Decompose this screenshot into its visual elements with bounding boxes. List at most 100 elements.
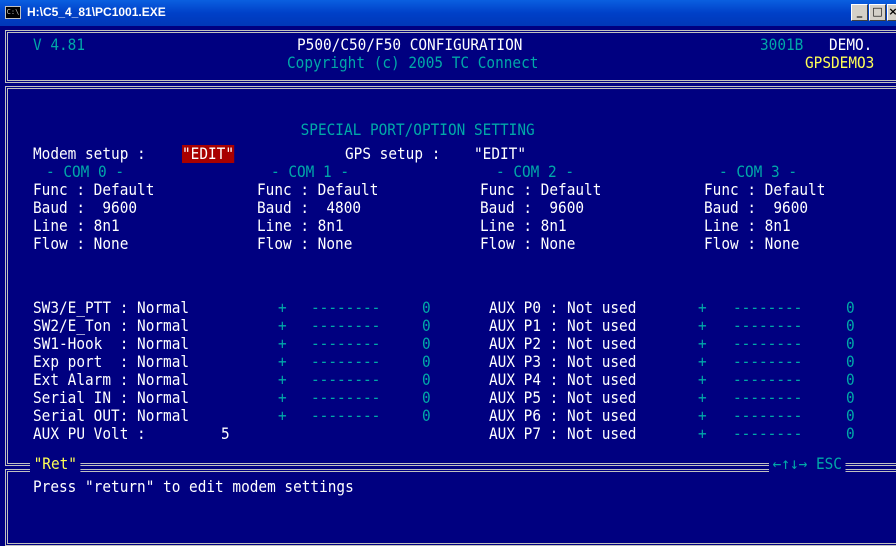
input-row-label[interactable]: SW1-Hook : Normal	[33, 335, 189, 353]
aux-pu-volt-value: 5	[221, 424, 230, 443]
aux-row-label[interactable]: AUX P3 : Not used	[489, 353, 636, 371]
com-title: - COM 2 -	[496, 162, 575, 181]
input-row-label[interactable]: SW3/E_PTT : Normal	[33, 299, 189, 317]
dash-placeholder: --------	[311, 388, 381, 407]
aux-row-label[interactable]: AUX P2 : Not used	[489, 335, 636, 353]
plus-marker: +	[278, 316, 287, 335]
com-line[interactable]: Line : 8n1	[704, 217, 791, 235]
aux-count: 0	[846, 298, 855, 317]
com-line[interactable]: Line : 8n1	[480, 217, 567, 235]
com-title: - COM 3 -	[719, 162, 798, 181]
maximize-button[interactable]: □	[869, 4, 886, 21]
com-func[interactable]: Func : Default	[480, 181, 601, 199]
plus-marker: +	[278, 298, 287, 317]
console-area[interactable]: V 4.81 P500/C50/F50 CONFIGURATION Copyri…	[0, 26, 896, 546]
dash-placeholder: --------	[311, 298, 381, 317]
dash-placeholder: --------	[733, 388, 803, 407]
aux-count: 0	[846, 334, 855, 353]
com-baud[interactable]: Baud : 4800	[257, 199, 361, 217]
com-flow[interactable]: Flow : None	[480, 235, 575, 253]
input-row-label[interactable]: Exp port : Normal	[33, 353, 189, 371]
version-label: V 4.81	[33, 35, 86, 54]
input-row-label[interactable]: Ext Alarm : Normal	[33, 371, 189, 389]
aux-row-label[interactable]: AUX P4 : Not used	[489, 371, 636, 389]
plus-marker: +	[698, 406, 707, 425]
com-flow[interactable]: Flow : None	[257, 235, 352, 253]
input-count: 0	[422, 316, 431, 335]
aux-row-label[interactable]: AUX P1 : Not used	[489, 317, 636, 335]
input-count: 0	[422, 298, 431, 317]
dash-placeholder: --------	[311, 406, 381, 425]
dash-placeholder: --------	[733, 334, 803, 353]
mode-label: DEMO.	[829, 35, 873, 54]
minimize-button[interactable]: _	[851, 4, 868, 21]
plus-marker: +	[698, 316, 707, 335]
com-title: - COM 0 -	[46, 162, 125, 181]
dash-placeholder: --------	[311, 370, 381, 389]
aux-count: 0	[846, 316, 855, 335]
plus-marker: +	[698, 298, 707, 317]
aux-row-label[interactable]: AUX P0 : Not used	[489, 299, 636, 317]
com-baud[interactable]: Baud : 9600	[33, 199, 137, 217]
app-title: P500/C50/F50 CONFIGURATION	[297, 35, 523, 54]
aux-count: 0	[846, 424, 855, 443]
aux-count: 0	[846, 370, 855, 389]
com-flow[interactable]: Flow : None	[33, 235, 128, 253]
section-title: SPECIAL PORT/OPTION SETTING	[297, 121, 539, 139]
input-count: 0	[422, 406, 431, 425]
aux-row-label[interactable]: AUX P7 : Not used	[489, 425, 636, 443]
copyright-text: Copyright (c) 2005 TC Connect	[287, 53, 539, 72]
com-func[interactable]: Func : Default	[704, 181, 825, 199]
current-key: "Ret"	[30, 455, 81, 473]
aux-count: 0	[846, 406, 855, 425]
com-func[interactable]: Func : Default	[33, 181, 154, 199]
plus-marker: +	[278, 352, 287, 371]
gps-setup-edit[interactable]: "EDIT"	[474, 145, 526, 163]
input-count: 0	[422, 388, 431, 407]
com-baud[interactable]: Baud : 9600	[704, 199, 808, 217]
window-title: H:\C5_4_81\PC1001.EXE	[27, 5, 166, 19]
com-line[interactable]: Line : 8n1	[33, 217, 120, 235]
modem-setup-edit[interactable]: "EDIT"	[182, 145, 235, 163]
plus-marker: +	[698, 370, 707, 389]
console-icon: C:\	[5, 6, 21, 19]
plus-marker: +	[698, 352, 707, 371]
modem-setup-label: Modem setup :	[33, 144, 155, 163]
aux-count: 0	[846, 388, 855, 407]
dash-placeholder: --------	[733, 424, 803, 443]
dash-placeholder: --------	[733, 298, 803, 317]
dash-placeholder: --------	[311, 352, 381, 371]
gps-setup-label: GPS setup :	[345, 144, 450, 163]
plus-marker: +	[278, 370, 287, 389]
input-row-label[interactable]: Serial IN : Normal	[33, 389, 189, 407]
com-flow[interactable]: Flow : None	[704, 235, 799, 253]
aux-row-label[interactable]: AUX P6 : Not used	[489, 407, 636, 425]
device-code: 3001B	[760, 35, 804, 54]
plus-marker: +	[698, 334, 707, 353]
dash-placeholder: --------	[311, 316, 381, 335]
plus-marker: +	[278, 334, 287, 353]
com-func[interactable]: Func : Default	[257, 181, 378, 199]
input-count: 0	[422, 334, 431, 353]
input-row-label[interactable]: Serial OUT: Normal	[33, 407, 189, 425]
aux-count: 0	[846, 352, 855, 371]
dash-placeholder: --------	[733, 316, 803, 335]
nav-keys-hint: ←↑↓→ ESC	[769, 455, 846, 473]
com-baud[interactable]: Baud : 9600	[480, 199, 584, 217]
com-line[interactable]: Line : 8n1	[257, 217, 344, 235]
dash-placeholder: --------	[733, 352, 803, 371]
plus-marker: +	[698, 424, 707, 443]
aux-pu-volt-label[interactable]: AUX PU Volt :	[33, 425, 146, 443]
plus-marker: +	[278, 406, 287, 425]
dash-placeholder: --------	[311, 334, 381, 353]
title-bar[interactable]: C:\ H:\C5_4_81\PC1001.EXE _ □ ×	[0, 0, 896, 26]
input-row-label[interactable]: SW2/E_Ton : Normal	[33, 317, 189, 335]
plus-marker: +	[278, 388, 287, 407]
com-title: - COM 1 -	[271, 162, 350, 181]
plus-marker: +	[698, 388, 707, 407]
status-message: Press "return" to edit modem settings	[33, 477, 354, 496]
close-button[interactable]: ×	[887, 4, 896, 21]
aux-row-label[interactable]: AUX P5 : Not used	[489, 389, 636, 407]
input-count: 0	[422, 370, 431, 389]
input-count: 0	[422, 352, 431, 371]
